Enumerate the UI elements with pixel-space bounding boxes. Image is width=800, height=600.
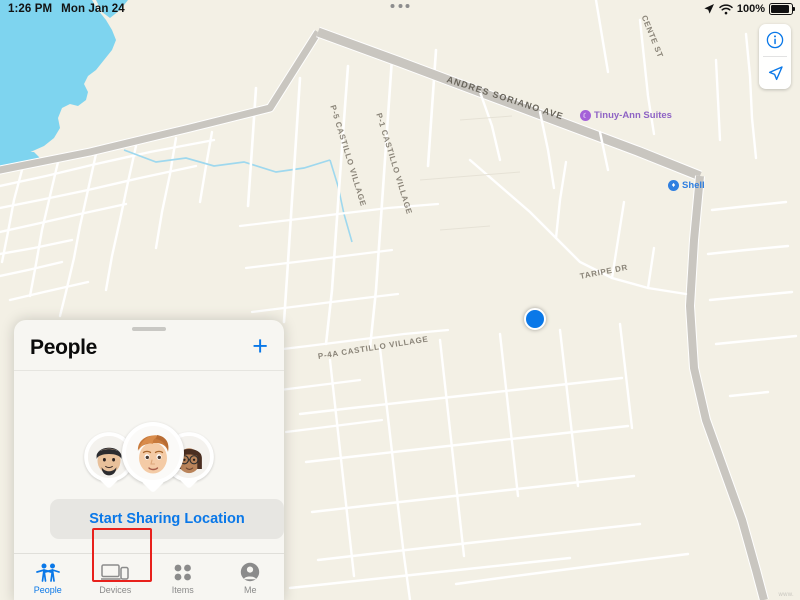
tab-people[interactable]: People bbox=[14, 554, 82, 600]
panel-body: Start Sharing Location bbox=[14, 371, 284, 553]
tab-items-label: Items bbox=[171, 585, 194, 595]
avatar-group bbox=[74, 416, 224, 494]
tab-devices-label: Devices bbox=[99, 585, 132, 595]
poi-label: Shell bbox=[682, 180, 705, 191]
tab-me[interactable]: Me bbox=[217, 554, 285, 600]
poi-shell[interactable]: ♦ Shell bbox=[668, 180, 705, 191]
lodging-icon: ☾ bbox=[580, 110, 591, 121]
tab-bar: People Devices Items Me bbox=[14, 553, 284, 600]
start-sharing-location-button[interactable]: Start Sharing Location bbox=[50, 499, 284, 539]
tab-devices[interactable]: Devices bbox=[82, 554, 150, 600]
devices-icon bbox=[101, 561, 129, 582]
poi-tinuy-ann-suites[interactable]: ☾ Tinuy-Ann Suites bbox=[580, 110, 672, 121]
find-my-panel: People + Start Sharing Location People D… bbox=[14, 320, 284, 600]
find-my-app: ANDRES SORIANO AVE CENTE ST P-5 CASTILLO… bbox=[0, 0, 800, 600]
tab-items[interactable]: Items bbox=[149, 554, 217, 600]
map-controls bbox=[759, 24, 791, 89]
add-person-button[interactable]: + bbox=[252, 333, 268, 360]
panel-header: People + bbox=[14, 331, 284, 371]
avatar-person-2[interactable] bbox=[122, 422, 184, 484]
location-arrow-icon bbox=[768, 65, 783, 80]
tab-people-label: People bbox=[33, 585, 62, 595]
info-circle-icon bbox=[766, 31, 784, 49]
watermark: www. bbox=[778, 592, 794, 598]
items-grid-icon bbox=[173, 561, 193, 582]
info-button[interactable] bbox=[759, 24, 791, 56]
gas-station-icon: ♦ bbox=[668, 180, 679, 191]
page-title: People bbox=[30, 336, 98, 359]
current-location-dot[interactable] bbox=[524, 308, 546, 330]
poi-label: Tinuy-Ann Suites bbox=[594, 110, 672, 121]
tab-me-label: Me bbox=[243, 585, 257, 595]
locate-button[interactable] bbox=[759, 57, 791, 89]
start-sharing-location-label: Start Sharing Location bbox=[89, 511, 245, 527]
people-icon bbox=[35, 561, 60, 582]
person-circle-icon bbox=[240, 561, 260, 582]
